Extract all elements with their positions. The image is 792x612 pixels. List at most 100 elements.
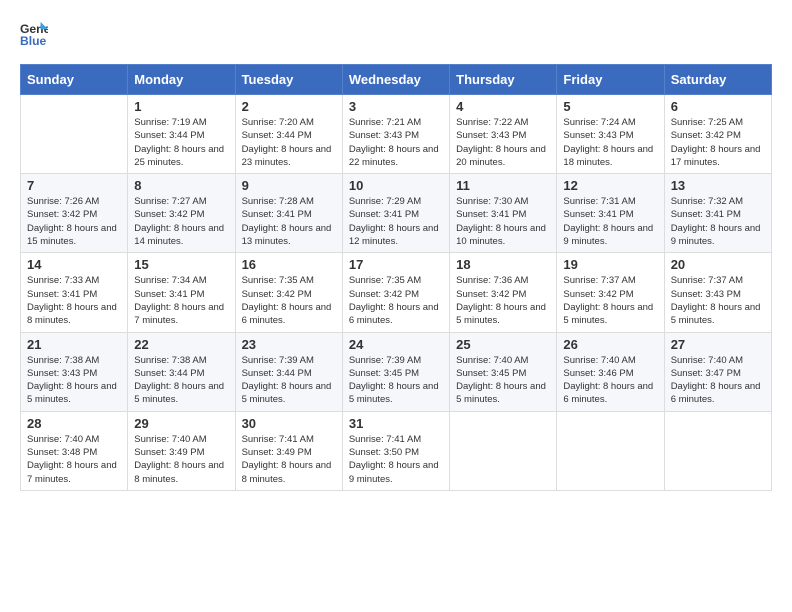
day-cell: 29Sunrise: 7:40 AMSunset: 3:49 PMDayligh… xyxy=(128,411,235,490)
day-info: Sunrise: 7:39 AMSunset: 3:44 PMDaylight:… xyxy=(242,354,336,407)
day-cell: 11 Sunrise: 7:30 AMSunset: 3:41 PMDayligh… xyxy=(450,174,557,253)
day-number: 9 xyxy=(242,178,336,193)
day-cell: 25 Sunrise: 7:40 AMSunset: 3:45 PMDayligh… xyxy=(450,332,557,411)
day-number: 26 xyxy=(563,337,657,352)
weekday-header-tuesday: Tuesday xyxy=(235,65,342,95)
day-info: Sunrise: 7:40 AMSunset: 3:45 PMDaylight:… xyxy=(456,354,550,407)
day-number: 18 xyxy=(456,257,550,272)
day-info: Sunrise: 7:35 AMSunset: 3:42 PMDaylight:… xyxy=(242,274,336,327)
day-cell xyxy=(21,95,128,174)
day-number: 7 xyxy=(27,178,121,193)
day-cell: 20 Sunrise: 7:37 AMSunset: 3:43 PMDayligh… xyxy=(664,253,771,332)
day-cell: 19 Sunrise: 7:37 AMSunset: 3:42 PMDayligh… xyxy=(557,253,664,332)
weekday-header-sunday: Sunday xyxy=(21,65,128,95)
day-number: 24 xyxy=(349,337,443,352)
day-info: Sunrise: 7:28 AMSunset: 3:41 PMDaylight:… xyxy=(242,195,336,248)
logo: General Blue xyxy=(20,20,48,48)
day-cell: 21 Sunrise: 7:38 AMSunset: 3:43 PMDayligh… xyxy=(21,332,128,411)
day-cell: 1 Sunrise: 7:19 AMSunset: 3:44 PMDaylight… xyxy=(128,95,235,174)
day-cell: 18 Sunrise: 7:36 AMSunset: 3:42 PMDayligh… xyxy=(450,253,557,332)
day-info: Sunrise: 7:39 AMSunset: 3:45 PMDaylight:… xyxy=(349,354,443,407)
weekday-header-row: SundayMondayTuesdayWednesdayThursdayFrid… xyxy=(21,65,772,95)
day-number: 22 xyxy=(134,337,228,352)
day-cell: 15 Sunrise: 7:34 AMSunset: 3:41 PMDayligh… xyxy=(128,253,235,332)
day-number: 14 xyxy=(27,257,121,272)
day-info: Sunrise: 7:36 AMSunset: 3:42 PMDaylight:… xyxy=(456,274,550,327)
day-number: 4 xyxy=(456,99,550,114)
day-number: 1 xyxy=(134,99,228,114)
day-info: Sunrise: 7:19 AMSunset: 3:44 PMDaylight:… xyxy=(134,116,228,169)
day-number: 6 xyxy=(671,99,765,114)
day-info: Sunrise: 7:37 AMSunset: 3:43 PMDaylight:… xyxy=(671,274,765,327)
day-info: Sunrise: 7:41 AMSunset: 3:49 PMDaylight:… xyxy=(242,433,336,486)
day-info: Sunrise: 7:38 AMSunset: 3:44 PMDaylight:… xyxy=(134,354,228,407)
day-info: Sunrise: 7:21 AMSunset: 3:43 PMDaylight:… xyxy=(349,116,443,169)
day-number: 16 xyxy=(242,257,336,272)
day-number: 20 xyxy=(671,257,765,272)
day-number: 5 xyxy=(563,99,657,114)
day-info: Sunrise: 7:22 AMSunset: 3:43 PMDaylight:… xyxy=(456,116,550,169)
day-info: Sunrise: 7:37 AMSunset: 3:42 PMDaylight:… xyxy=(563,274,657,327)
day-cell: 5 Sunrise: 7:24 AMSunset: 3:43 PMDaylight… xyxy=(557,95,664,174)
day-number: 25 xyxy=(456,337,550,352)
day-info: Sunrise: 7:33 AMSunset: 3:41 PMDaylight:… xyxy=(27,274,121,327)
day-info: Sunrise: 7:20 AMSunset: 3:44 PMDaylight:… xyxy=(242,116,336,169)
day-number: 12 xyxy=(563,178,657,193)
week-row-1: 1 Sunrise: 7:19 AMSunset: 3:44 PMDaylight… xyxy=(21,95,772,174)
day-cell: 2 Sunrise: 7:20 AMSunset: 3:44 PMDaylight… xyxy=(235,95,342,174)
weekday-header-saturday: Saturday xyxy=(664,65,771,95)
week-row-4: 21 Sunrise: 7:38 AMSunset: 3:43 PMDayligh… xyxy=(21,332,772,411)
day-info: Sunrise: 7:40 AMSunset: 3:49 PMDaylight:… xyxy=(134,433,228,486)
day-info: Sunrise: 7:31 AMSunset: 3:41 PMDaylight:… xyxy=(563,195,657,248)
weekday-header-wednesday: Wednesday xyxy=(342,65,449,95)
day-cell: 9 Sunrise: 7:28 AMSunset: 3:41 PMDaylight… xyxy=(235,174,342,253)
day-info: Sunrise: 7:40 AMSunset: 3:48 PMDaylight:… xyxy=(27,433,121,486)
day-info: Sunrise: 7:24 AMSunset: 3:43 PMDaylight:… xyxy=(563,116,657,169)
day-info: Sunrise: 7:27 AMSunset: 3:42 PMDaylight:… xyxy=(134,195,228,248)
day-number: 30 xyxy=(242,416,336,431)
day-cell: 6Sunrise: 7:25 AMSunset: 3:42 PMDaylight… xyxy=(664,95,771,174)
day-info: Sunrise: 7:34 AMSunset: 3:41 PMDaylight:… xyxy=(134,274,228,327)
day-number: 3 xyxy=(349,99,443,114)
logo-icon: General Blue xyxy=(20,20,48,48)
day-cell: 24 Sunrise: 7:39 AMSunset: 3:45 PMDayligh… xyxy=(342,332,449,411)
day-number: 23 xyxy=(242,337,336,352)
day-cell: 31 Sunrise: 7:41 AMSunset: 3:50 PMDayligh… xyxy=(342,411,449,490)
day-number: 2 xyxy=(242,99,336,114)
day-info: Sunrise: 7:35 AMSunset: 3:42 PMDaylight:… xyxy=(349,274,443,327)
day-number: 13 xyxy=(671,178,765,193)
day-cell: 13 Sunrise: 7:32 AMSunset: 3:41 PMDayligh… xyxy=(664,174,771,253)
day-number: 19 xyxy=(563,257,657,272)
day-number: 17 xyxy=(349,257,443,272)
day-cell: 17 Sunrise: 7:35 AMSunset: 3:42 PMDayligh… xyxy=(342,253,449,332)
day-number: 8 xyxy=(134,178,228,193)
day-cell xyxy=(450,411,557,490)
day-info: Sunrise: 7:32 AMSunset: 3:41 PMDaylight:… xyxy=(671,195,765,248)
day-cell xyxy=(664,411,771,490)
weekday-header-friday: Friday xyxy=(557,65,664,95)
day-info: Sunrise: 7:40 AMSunset: 3:47 PMDaylight:… xyxy=(671,354,765,407)
day-cell: 10 Sunrise: 7:29 AMSunset: 3:41 PMDayligh… xyxy=(342,174,449,253)
day-cell: 12 Sunrise: 7:31 AMSunset: 3:41 PMDayligh… xyxy=(557,174,664,253)
week-row-2: 7 Sunrise: 7:26 AMSunset: 3:42 PMDaylight… xyxy=(21,174,772,253)
day-info: Sunrise: 7:29 AMSunset: 3:41 PMDaylight:… xyxy=(349,195,443,248)
week-row-3: 14 Sunrise: 7:33 AMSunset: 3:41 PMDayligh… xyxy=(21,253,772,332)
weekday-header-thursday: Thursday xyxy=(450,65,557,95)
day-info: Sunrise: 7:38 AMSunset: 3:43 PMDaylight:… xyxy=(27,354,121,407)
day-info: Sunrise: 7:30 AMSunset: 3:41 PMDaylight:… xyxy=(456,195,550,248)
day-number: 21 xyxy=(27,337,121,352)
day-cell: 7 Sunrise: 7:26 AMSunset: 3:42 PMDaylight… xyxy=(21,174,128,253)
day-cell: 8 Sunrise: 7:27 AMSunset: 3:42 PMDaylight… xyxy=(128,174,235,253)
day-number: 15 xyxy=(134,257,228,272)
week-row-5: 28Sunrise: 7:40 AMSunset: 3:48 PMDayligh… xyxy=(21,411,772,490)
day-cell xyxy=(557,411,664,490)
day-cell: 27Sunrise: 7:40 AMSunset: 3:47 PMDayligh… xyxy=(664,332,771,411)
day-number: 10 xyxy=(349,178,443,193)
day-info: Sunrise: 7:40 AMSunset: 3:46 PMDaylight:… xyxy=(563,354,657,407)
day-info: Sunrise: 7:41 AMSunset: 3:50 PMDaylight:… xyxy=(349,433,443,486)
day-info: Sunrise: 7:26 AMSunset: 3:42 PMDaylight:… xyxy=(27,195,121,248)
day-cell: 16 Sunrise: 7:35 AMSunset: 3:42 PMDayligh… xyxy=(235,253,342,332)
day-number: 11 xyxy=(456,178,550,193)
day-number: 31 xyxy=(349,416,443,431)
day-cell: 3 Sunrise: 7:21 AMSunset: 3:43 PMDaylight… xyxy=(342,95,449,174)
